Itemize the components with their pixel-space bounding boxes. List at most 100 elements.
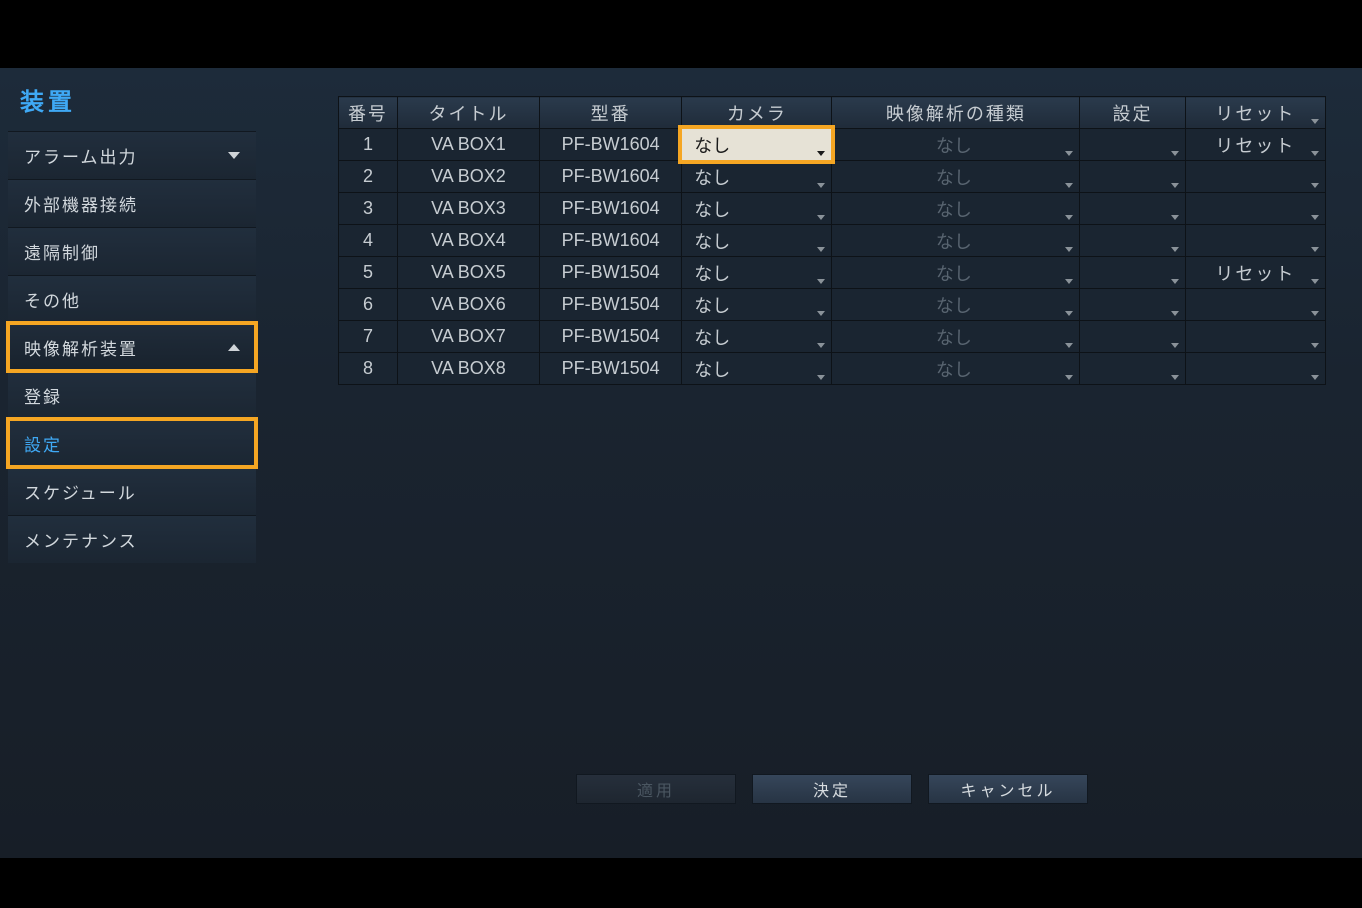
sidebar-item-alarm-output[interactable]: アラーム出力 bbox=[8, 131, 256, 179]
reset-label: リセット bbox=[1215, 260, 1295, 286]
analysis-type-dropdown[interactable]: なし bbox=[832, 161, 1079, 192]
reset-button bbox=[1186, 353, 1325, 384]
cell-title: VA BOX4 bbox=[397, 225, 539, 257]
camera-value: なし bbox=[694, 356, 730, 382]
sidebar-item-register[interactable]: 登録 bbox=[8, 371, 256, 419]
table-row: 2VA BOX2PF-BW1604 なし なし bbox=[339, 161, 1326, 193]
chevron-down-icon bbox=[1065, 247, 1073, 252]
camera-dropdown[interactable]: なし bbox=[682, 289, 831, 320]
camera-dropdown[interactable]: なし bbox=[682, 353, 831, 384]
chevron-down-icon bbox=[817, 151, 825, 156]
chevron-down-icon bbox=[1311, 279, 1319, 284]
footer-buttons: 適用 決定 キャンセル bbox=[576, 774, 1088, 804]
chevron-down-icon bbox=[1065, 311, 1073, 316]
ok-button[interactable]: 決定 bbox=[752, 774, 912, 804]
sidebar-item-label: 映像解析装置 bbox=[24, 335, 138, 360]
settings-button[interactable] bbox=[1080, 353, 1185, 384]
sidebar-item-remote-control[interactable]: 遠隔制御 bbox=[8, 227, 256, 275]
analysis-type-value: なし bbox=[936, 228, 972, 254]
col-header-model: 型番 bbox=[540, 97, 682, 129]
camera-value: なし bbox=[694, 132, 730, 158]
chevron-down-icon bbox=[1171, 311, 1179, 316]
sidebar-item-label: 設定 bbox=[24, 431, 62, 456]
col-header-camera: カメラ bbox=[682, 97, 832, 129]
chevron-down-icon bbox=[1311, 151, 1319, 156]
sidebar-title: 装置 bbox=[8, 78, 256, 131]
sidebar-item-settings[interactable]: 設定 bbox=[8, 419, 256, 467]
cancel-button[interactable]: キャンセル bbox=[928, 774, 1088, 804]
sidebar-item-other[interactable]: その他 bbox=[8, 275, 256, 323]
sidebar-item-video-analysis-device[interactable]: 映像解析装置 bbox=[8, 323, 256, 371]
reset-button[interactable]: リセット bbox=[1186, 257, 1325, 288]
chevron-down-icon bbox=[817, 215, 825, 220]
reset-button bbox=[1186, 193, 1325, 224]
reset-button[interactable]: リセット bbox=[1186, 129, 1325, 160]
camera-dropdown[interactable]: なし bbox=[682, 129, 831, 160]
cell-model: PF-BW1504 bbox=[540, 289, 682, 321]
table-header-row: 番号 タイトル 型番 カメラ 映像解析の種類 設定 リセット bbox=[339, 97, 1326, 129]
analysis-type-value: なし bbox=[936, 356, 972, 382]
sidebar-item-label: アラーム出力 bbox=[24, 143, 138, 168]
analysis-type-dropdown[interactable]: なし bbox=[832, 353, 1079, 384]
camera-dropdown[interactable]: なし bbox=[682, 321, 831, 352]
cell-title: VA BOX8 bbox=[397, 353, 539, 385]
settings-button[interactable] bbox=[1080, 321, 1185, 352]
chevron-down-icon bbox=[1065, 151, 1073, 156]
chevron-down-icon bbox=[1311, 119, 1319, 124]
sidebar-item-label: スケジュール bbox=[24, 479, 137, 504]
chevron-down-icon bbox=[228, 152, 240, 159]
settings-button[interactable] bbox=[1080, 225, 1185, 256]
camera-dropdown[interactable]: なし bbox=[682, 257, 831, 288]
settings-button[interactable] bbox=[1080, 193, 1185, 224]
sidebar-item-schedule[interactable]: スケジュール bbox=[8, 467, 256, 515]
sidebar-item-label: 遠隔制御 bbox=[24, 239, 100, 264]
sidebar-item-external-device[interactable]: 外部機器接続 bbox=[8, 179, 256, 227]
analysis-type-dropdown[interactable]: なし bbox=[832, 257, 1079, 288]
chevron-down-icon bbox=[1171, 247, 1179, 252]
camera-dropdown[interactable]: なし bbox=[682, 161, 831, 192]
settings-button[interactable] bbox=[1080, 161, 1185, 192]
va-box-table: 番号 タイトル 型番 カメラ 映像解析の種類 設定 リセット 1VA BOX1P… bbox=[338, 96, 1326, 385]
chevron-down-icon bbox=[1311, 375, 1319, 380]
settings-button[interactable] bbox=[1080, 257, 1185, 288]
analysis-type-dropdown[interactable]: なし bbox=[832, 225, 1079, 256]
cell-no: 2 bbox=[339, 161, 398, 193]
analysis-type-dropdown[interactable]: なし bbox=[832, 193, 1079, 224]
camera-value: なし bbox=[694, 228, 730, 254]
cell-title: VA BOX6 bbox=[397, 289, 539, 321]
sidebar: 装置 アラーム出力 外部機器接続 遠隔制御 その他 映像解析装置 登録 設定 ス… bbox=[8, 78, 256, 563]
settings-button[interactable] bbox=[1080, 289, 1185, 320]
table-row: 7VA BOX7PF-BW1504なしなし bbox=[339, 321, 1326, 353]
cell-no: 6 bbox=[339, 289, 398, 321]
analysis-type-dropdown[interactable]: なし bbox=[832, 289, 1079, 320]
cell-model: PF-BW1504 bbox=[540, 321, 682, 353]
main-panel: 番号 タイトル 型番 カメラ 映像解析の種類 設定 リセット 1VA BOX1P… bbox=[338, 96, 1326, 385]
sidebar-item-maintenance[interactable]: メンテナンス bbox=[8, 515, 256, 563]
chevron-up-icon bbox=[228, 344, 240, 351]
chevron-down-icon bbox=[1065, 183, 1073, 188]
analysis-type-dropdown[interactable]: なし bbox=[832, 321, 1079, 352]
chevron-down-icon bbox=[1171, 375, 1179, 380]
col-header-title: タイトル bbox=[397, 97, 539, 129]
analysis-type-value: なし bbox=[936, 164, 972, 190]
chevron-down-icon bbox=[817, 183, 825, 188]
settings-button[interactable] bbox=[1080, 129, 1185, 160]
cell-model: PF-BW1604 bbox=[540, 193, 682, 225]
camera-value: なし bbox=[694, 164, 730, 190]
camera-value: なし bbox=[694, 292, 730, 318]
cell-model: PF-BW1604 bbox=[540, 161, 682, 193]
chevron-down-icon bbox=[1065, 279, 1073, 284]
col-header-no: 番号 bbox=[339, 97, 398, 129]
cell-title: VA BOX2 bbox=[397, 161, 539, 193]
camera-dropdown[interactable]: なし bbox=[682, 193, 831, 224]
cell-title: VA BOX3 bbox=[397, 193, 539, 225]
analysis-type-dropdown[interactable]: なし bbox=[832, 129, 1079, 160]
camera-dropdown[interactable]: なし bbox=[682, 225, 831, 256]
chevron-down-icon bbox=[1311, 311, 1319, 316]
table-row: 5VA BOX5PF-BW1504なしなしリセット bbox=[339, 257, 1326, 289]
reset-label: リセット bbox=[1215, 132, 1295, 158]
cell-no: 7 bbox=[339, 321, 398, 353]
reset-button bbox=[1186, 225, 1325, 256]
app-window: 装置 アラーム出力 外部機器接続 遠隔制御 その他 映像解析装置 登録 設定 ス… bbox=[0, 68, 1362, 858]
apply-button: 適用 bbox=[576, 774, 736, 804]
